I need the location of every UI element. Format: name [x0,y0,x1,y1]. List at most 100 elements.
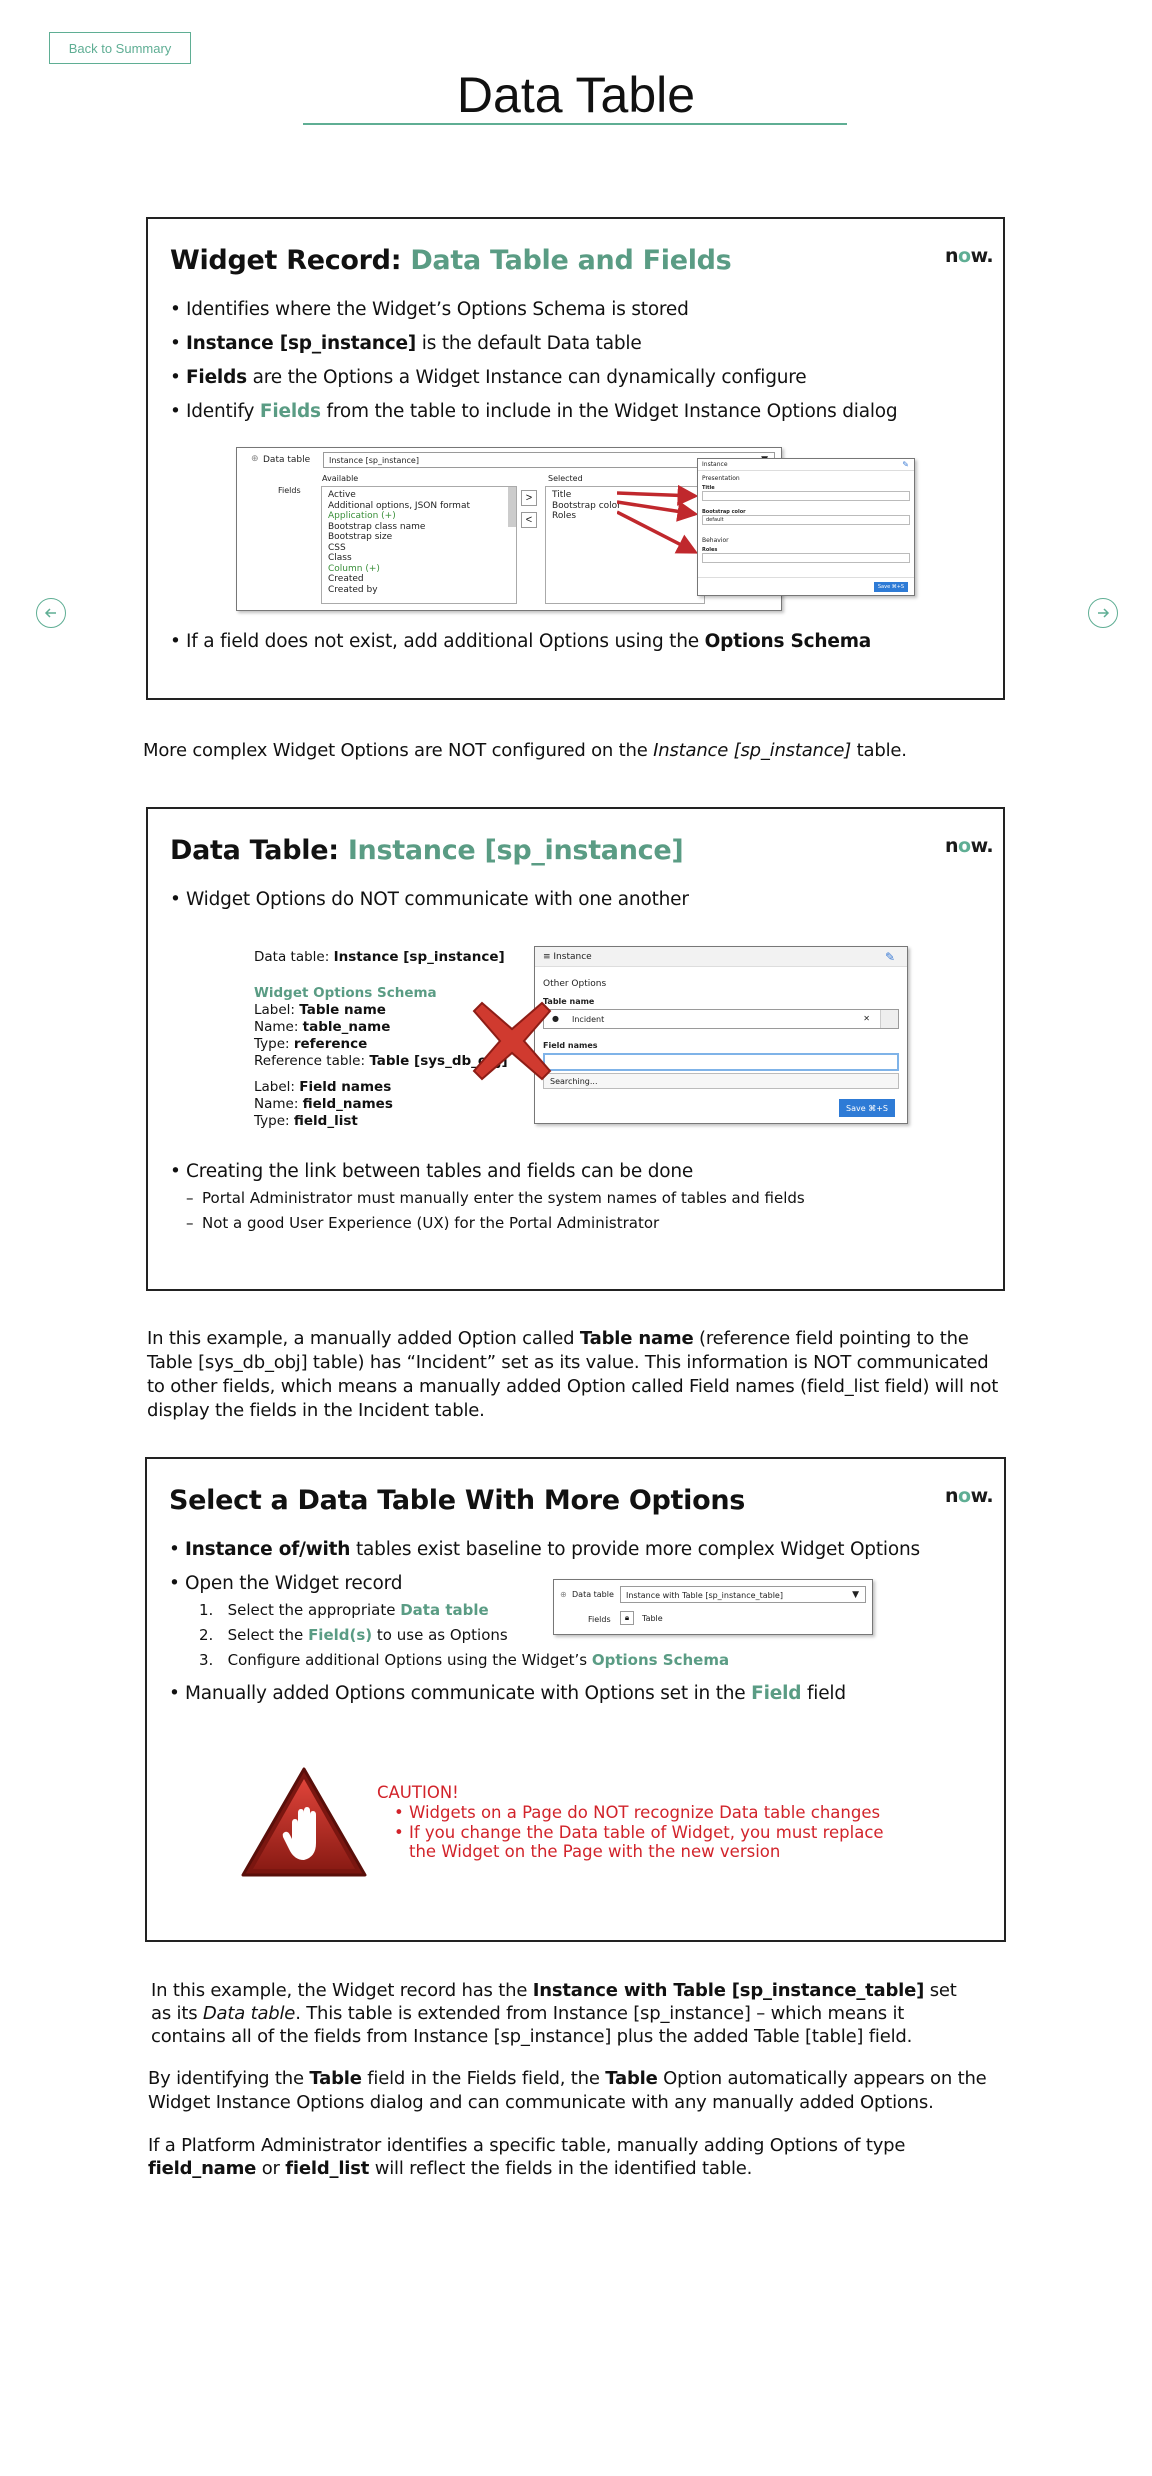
info-label: Label: [254,1079,300,1095]
note-paragraph-4: By identifying the Table field in the Fi… [148,2067,1018,2115]
para4-p2: field in the Fields field, the [361,2068,606,2089]
step-2-green: Field(s) [308,1626,373,1644]
bullet-3-pre: Manually added Options communicate with … [185,1683,752,1704]
para5-p1: If a Platform Administrator identifies a… [148,2135,906,2156]
info-value: field_names [302,1096,393,1112]
bullet-4-pre: Identify [186,401,260,422]
bullet-2-text: is the default Data table [416,333,642,354]
dt-label: Data table [572,1590,614,1599]
slide-select-data-table: Select a Data Table With More Options no… [145,1457,1006,1942]
info-label: Name: [254,1019,303,1035]
slide-title-prefix: Data Table: [170,835,348,866]
bullet-3: Manually added Options communicate with … [169,1683,846,1704]
note-paragraph-1: More complex Widget Options are NOT conf… [143,739,1023,763]
dialog-save-button: Save ⌘+S [874,582,908,592]
bullet-2: Creating the link between tables and fie… [170,1161,693,1182]
move-right-button: > [521,490,537,506]
bullet-3-text: are the Options a Widget Instance can dy… [246,367,807,388]
info-label: Label: [254,1002,300,1018]
dialog-section: Other Options [543,979,607,989]
bullet-1: Instance of/with tables exist baseline t… [169,1539,920,1560]
note-paragraph-3: In this example, the Widget record has t… [151,1979,981,2048]
data-table-value: Instance [sp_instance] [329,456,419,465]
step-2-pre: Select the [227,1626,309,1644]
slide-title: Widget Record: Data Table and Fields [170,245,732,276]
stop-hand-warning-icon [241,1767,367,1877]
available-list-item: Created by [328,584,378,595]
note-paragraph-5: If a Platform Administrator identifies a… [148,2134,998,2180]
slide-title: Data Table: Instance [sp_instance] [170,835,684,866]
table-name-field: ● Incident ✕ [543,1009,899,1029]
bullet-2: Open the Widget record [169,1573,402,1594]
step-1-green: Data table [400,1601,489,1619]
para1-pre: More complex Widget Options are NOT conf… [143,740,654,761]
page-title: Data Table [456,67,696,123]
para4-b2: Table [605,2068,658,2089]
info-label: Type: [254,1036,294,1052]
available-list-item: Bootstrap size [328,532,393,542]
lock-icon: 🔒︎ [620,1611,634,1625]
bullet-1-text: tables exist baseline to provide more co… [350,1539,920,1560]
now-logo: now. [945,1485,994,1507]
fields-slushbucket-screenshot: ⊕ Data table Instance [sp_instance] ▼ Av… [236,447,915,611]
bullet-4: Identify Fields from the table to includ… [170,401,898,422]
slide-title: Select a Data Table With More Options [169,1485,746,1516]
para5-b1: field_name [148,2158,257,2179]
scrollbar [508,487,516,527]
info-value: Field names [299,1079,392,1095]
step-3: 3. Configure additional Options using th… [199,1651,730,1669]
available-list: Active Additional options, JSON format App… [321,486,517,604]
arrow-left-circle-icon[interactable] [36,598,66,628]
info-label: Reference table: [254,1053,370,1069]
paperclip-icon: ✎ [902,460,909,469]
para4-b1: Table [309,2068,362,2089]
field-names-input [543,1053,899,1071]
dialog-header: Instance [702,461,728,468]
bullet-3-bold: Fields [186,367,247,388]
caution-item-2-text: If you change the Data table of Widget, … [409,1823,884,1861]
dialog-section-presentation: Presentation [702,475,740,482]
available-label: Available [322,474,359,483]
available-list-item: Active [328,490,356,500]
search-dropdown: Searching... [543,1073,899,1089]
bullet-1-bold: Instance of/with [185,1539,351,1560]
sub-bullet-1: Portal Administrator must manually enter… [186,1189,805,1207]
info-dt-value: Instance [sp_instance] [333,949,505,965]
step-1-pre: Select the appropriate [227,1601,401,1619]
red-x-icon [472,1001,552,1081]
now-logo: now. [945,835,994,857]
available-list-item: Created [328,574,364,584]
para5-p2: or [256,2158,286,2179]
slide-title-prefix: Widget Record: [170,245,411,276]
now-logo: now. [945,245,994,267]
fields-label: Fields [278,486,301,495]
fields-label: Fields [588,1615,611,1624]
para2-b1: Table name [579,1328,694,1349]
info-value: table_name [302,1019,391,1035]
paperclip-icon: ✎ [884,950,895,964]
info-value: field_list [293,1113,358,1129]
arrow-right-circle-icon[interactable] [1088,598,1118,628]
para2-p1: In this example, a manually added Option… [147,1328,580,1349]
info-label: Name: [254,1096,303,1112]
dialog-save-button: Save ⌘+S [839,1099,895,1117]
available-list-item: Bootstrap class name [328,521,426,532]
bullet-5-bold: Options Schema [704,631,872,652]
step-1: 1. Select the appropriate Data table [199,1601,489,1619]
bullet-3: Fields are the Options a Widget Instance… [170,367,807,388]
para1-post: table. [851,740,907,761]
bullet-2-bold: Instance [sp_instance] [186,333,417,354]
para3-p1: In this example, the Widget record has t… [151,1980,533,2001]
slide-title-accent: Data Table and Fields [410,245,732,276]
para5-p3: will reflect the fields in the identifie… [369,2158,753,2179]
table-name-value: Incident [572,1015,605,1024]
step-2-rest: to use as Options [372,1626,508,1644]
para3-b1: Instance with Table [sp_instance_table] [532,1980,925,2001]
bullet-1: Identifies where the Widget’s Options Sc… [170,299,689,320]
dialog-header-text: Instance [553,952,592,962]
para5-b2: field_list [285,2158,370,2179]
back-to-summary-button[interactable]: Back to Summary [49,32,191,64]
available-list-item: Application (+) [328,511,396,521]
caution-item-1: • Widgets on a Page do NOT recognize Data… [394,1803,881,1822]
clear-icon: ✕ [863,1014,870,1023]
